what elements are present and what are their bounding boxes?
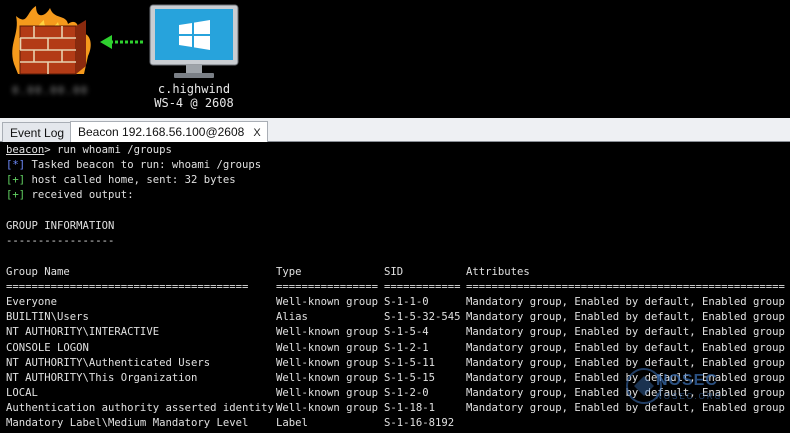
command-line: beacon> run whoami /groups <box>6 143 172 158</box>
section-underline: ----------------- <box>6 235 115 247</box>
status-text: Tasked beacon to run: whoami /groups <box>25 159 262 171</box>
cell-attributes: Mandatory group, Enabled by default, Ena… <box>466 296 785 309</box>
cell-type: Well-known group <box>276 341 379 354</box>
info-tag: [*] <box>6 159 26 171</box>
table-row: CONSOLE LOGON Well-known group S-1-2-1 Mand… <box>0 341 790 356</box>
cell-type: Label <box>276 417 308 429</box>
cell-type: Well-known group <box>276 356 379 369</box>
cell-sid: S-1-5-15 <box>384 371 436 384</box>
tab-bar: Event Log X Beacon 192.168.56.100@2608 X <box>0 118 790 142</box>
host-process-label: WS-4 @ 2608 <box>154 96 234 110</box>
firewall-icon[interactable] <box>6 4 98 82</box>
header-attributes: Attributes <box>466 266 530 278</box>
cell-sid: S-1-2-1 <box>384 341 429 354</box>
cell-sid: S-1-5-11 <box>384 356 436 369</box>
status-text: received output: <box>25 189 134 201</box>
tab-label: Event Log <box>10 126 65 140</box>
cell-sid: S-1-5-32-545 <box>384 311 461 324</box>
separator-sid: ============ <box>384 281 461 294</box>
table-row: BUILTIN\Users Alias S-1-5-32-545 Mandatory … <box>0 310 790 325</box>
header-group-name: Group Name <box>6 266 70 278</box>
cell-group-name: LOCAL <box>6 386 38 399</box>
cell-sid: S-1-1-0 <box>384 296 429 309</box>
cell-group-name: Mandatory Label\Medium Mandatory Level <box>6 417 249 429</box>
watermark-subtitle: NOSEC.ORG <box>656 392 723 401</box>
cell-group-name: BUILTIN\Users <box>6 311 89 324</box>
success-tag: [+] <box>6 174 26 186</box>
cell-group-name: Everyone <box>6 296 58 309</box>
tab-beacon[interactable]: Beacon 192.168.56.100@2608 X <box>70 121 268 142</box>
success-tag: [+] <box>6 189 26 201</box>
cell-type: Well-known group <box>276 296 379 309</box>
status-line: [+] received output: <box>6 188 134 203</box>
host-name-label: c.highwind <box>157 82 231 96</box>
cell-sid: S-1-5-4 <box>384 326 429 339</box>
cell-type: Well-known group <box>276 386 379 399</box>
table-row: Everyone Well-known group S-1-1-0 Mandatory… <box>0 295 790 310</box>
table-row: Mandatory Label\Medium Mandatory Level La… <box>0 416 790 431</box>
separator-attributes: ========================================… <box>466 281 785 294</box>
status-line: [*] Tasked beacon to run: whoami /groups <box>6 158 261 173</box>
cell-sid: S-1-16-8192 <box>384 417 455 429</box>
cell-type: Well-known group <box>276 401 379 414</box>
cell-group-name: CONSOLE LOGON <box>6 341 89 354</box>
status-line: [+] host called home, sent: 32 bytes <box>6 173 236 188</box>
cell-group-name: Authentication authority asserted identi… <box>6 401 274 414</box>
cell-attributes: Mandatory group, Enabled by default, Ena… <box>466 341 785 354</box>
cell-attributes: Mandatory group, Enabled by default, Ena… <box>466 326 785 339</box>
header-type: Type <box>276 266 302 278</box>
cell-group-name: NT AUTHORITY\INTERACTIVE <box>6 326 160 339</box>
separator-type: ================ <box>276 281 379 294</box>
cell-sid: S-1-2-0 <box>384 386 429 399</box>
header-sid: SID <box>384 266 404 278</box>
table-header-row: Group Name Type SID Attributes <box>0 265 790 280</box>
cell-sid: S-1-18-1 <box>384 401 436 414</box>
cell-type: Well-known group <box>276 326 379 339</box>
firewall-ip-label: 0.00.00.00 <box>12 84 89 97</box>
tab-label: Beacon 192.168.56.100@2608 <box>78 125 245 139</box>
cell-attributes: Mandatory group, Enabled by default, Ena… <box>466 311 785 324</box>
status-text: host called home, sent: 32 bytes <box>25 174 236 186</box>
cell-type: Alias <box>276 311 308 324</box>
close-icon[interactable]: X <box>253 127 260 139</box>
cell-group-name: NT AUTHORITY\Authenticated Users <box>6 356 211 369</box>
windows-host-icon[interactable] <box>148 4 240 82</box>
table-separator-row: ====================================== ==… <box>0 280 790 295</box>
watermark-title: NOSEC <box>656 372 718 389</box>
cell-type: Well-known group <box>276 371 379 384</box>
table-row: NT AUTHORITY\INTERACTIVE Well-known group… <box>0 325 790 340</box>
command-text: > run whoami /groups <box>44 144 172 156</box>
prompt-label: beacon <box>6 144 45 156</box>
separator-group-name: ====================================== <box>6 281 249 294</box>
cell-group-name: NT AUTHORITY\This Organization <box>6 371 198 384</box>
arrow-left-icon <box>100 35 144 49</box>
section-title: GROUP INFORMATION <box>6 220 115 232</box>
beacon-graph-pane: 0.00.00.00 c.highwind WS-4 @ 2608 <box>0 0 790 117</box>
